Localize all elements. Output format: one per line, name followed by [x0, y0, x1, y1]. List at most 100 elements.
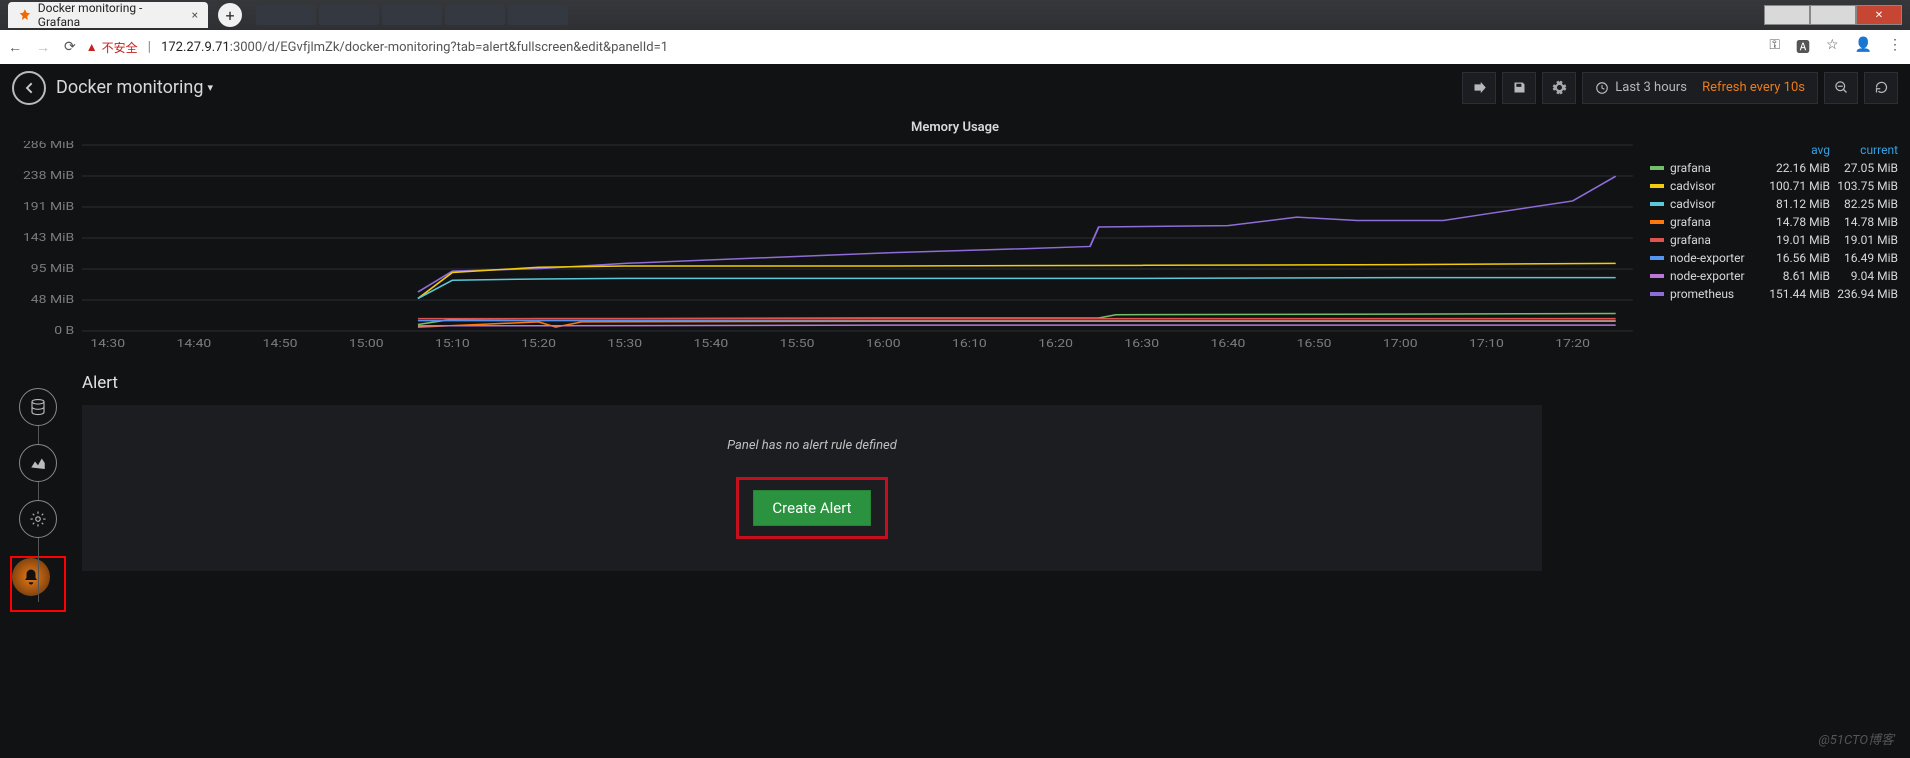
legend-row[interactable]: prometheus 151.44 MiB 236.94 MiB — [1650, 285, 1898, 303]
background-tabs — [256, 5, 568, 25]
browser-tab-bar: Docker monitoring - Grafana × + — ▢ ✕ — [0, 0, 1910, 30]
tab-visualization[interactable] — [19, 444, 57, 482]
address-bar: ← → ⟳ ▲ 不安全 | 172.27.9.71:3000/d/EGvfjlm… — [0, 30, 1910, 64]
grafana-header: Docker monitoring ▾ Last 3 hours Refresh… — [0, 64, 1910, 112]
legend-swatch — [1650, 202, 1664, 206]
create-alert-button[interactable]: Create Alert — [753, 490, 870, 526]
memory-usage-panel: Memory Usage 0 B48 MiB95 MiB143 MiB191 M… — [0, 112, 1910, 351]
legend-series-name: node-exporter — [1670, 269, 1762, 283]
refresh-interval-label: Refresh every 10s — [1702, 80, 1805, 95]
svg-text:16:30: 16:30 — [1124, 337, 1159, 350]
tab-general[interactable] — [19, 500, 57, 538]
legend-current-value: 16.49 MiB — [1830, 251, 1898, 265]
account-icon[interactable]: 👤 — [1855, 37, 1872, 57]
svg-text:95 MiB: 95 MiB — [31, 262, 75, 275]
legend-current-value: 82.25 MiB — [1830, 197, 1898, 211]
svg-text:14:40: 14:40 — [176, 337, 211, 350]
legend-avg-value: 100.71 MiB — [1762, 179, 1830, 193]
svg-text:0 B: 0 B — [54, 324, 74, 337]
watermark: @51CTO博客 — [1818, 729, 1894, 748]
legend-row[interactable]: grafana 22.16 MiB 27.05 MiB — [1650, 159, 1898, 177]
alert-section-title: Alert — [82, 373, 1542, 393]
legend-swatch — [1650, 184, 1664, 188]
dashboard-title[interactable]: Docker monitoring ▾ — [56, 77, 213, 98]
legend-series-name: grafana — [1670, 161, 1762, 175]
legend-swatch — [1650, 256, 1664, 260]
svg-text:48 MiB: 48 MiB — [31, 293, 75, 306]
svg-text:14:30: 14:30 — [90, 337, 125, 350]
legend-row[interactable]: grafana 14.78 MiB 14.78 MiB — [1650, 213, 1898, 231]
legend-table: avg current grafana 22.16 MiB 27.05 MiB … — [1650, 141, 1898, 351]
legend-row[interactable]: node-exporter 16.56 MiB 16.49 MiB — [1650, 249, 1898, 267]
browser-tab-active[interactable]: Docker monitoring - Grafana × — [8, 2, 208, 28]
url-text[interactable]: 172.27.9.71:3000/d/EGvfjlmZk/docker-moni… — [161, 40, 668, 55]
tab-queries[interactable] — [19, 388, 57, 426]
svg-text:17:00: 17:00 — [1383, 337, 1418, 350]
tab-close-icon[interactable]: × — [192, 8, 198, 22]
svg-text:16:40: 16:40 — [1211, 337, 1246, 350]
zoom-out-button[interactable] — [1824, 72, 1858, 104]
menu-icon[interactable]: ⋮ — [1888, 37, 1902, 57]
svg-text:15:10: 15:10 — [435, 337, 470, 350]
svg-text:15:00: 15:00 — [349, 337, 384, 350]
legend-current-value: 236.94 MiB — [1830, 287, 1898, 301]
time-range-button[interactable]: Last 3 hours Refresh every 10s — [1582, 72, 1818, 104]
nav-back-icon[interactable]: ← — [8, 39, 22, 56]
gear-icon — [1552, 80, 1567, 95]
legend-current-value: 9.04 MiB — [1830, 269, 1898, 283]
legend-avg-value: 22.16 MiB — [1762, 161, 1830, 175]
legend-avg-value: 81.12 MiB — [1762, 197, 1830, 211]
share-button[interactable] — [1462, 72, 1496, 104]
legend-row[interactable]: grafana 19.01 MiB 19.01 MiB — [1650, 231, 1898, 249]
legend-swatch — [1650, 166, 1664, 170]
tab-alert[interactable] — [10, 556, 66, 612]
nav-reload-icon[interactable]: ⟳ — [64, 39, 76, 56]
chart-icon — [29, 454, 47, 472]
legend-col-avg[interactable]: avg — [1762, 143, 1830, 157]
legend-row[interactable]: node-exporter 8.61 MiB 9.04 MiB — [1650, 267, 1898, 285]
window-minimize-button[interactable]: — — [1764, 5, 1810, 25]
legend-avg-value: 16.56 MiB — [1762, 251, 1830, 265]
svg-text:16:00: 16:00 — [866, 337, 901, 350]
chevron-down-icon: ▾ — [207, 81, 213, 94]
legend-series-name: grafana — [1670, 215, 1762, 229]
svg-text:16:50: 16:50 — [1297, 337, 1332, 350]
insecure-badge[interactable]: ▲ 不安全 — [86, 39, 138, 56]
window-maximize-button[interactable]: ▢ — [1810, 5, 1856, 25]
svg-text:286 MiB: 286 MiB — [23, 141, 74, 151]
nav-forward-icon[interactable]: → — [36, 39, 50, 56]
translate-icon[interactable]: 🅰 — [1796, 37, 1810, 57]
star-icon[interactable]: ☆ — [1826, 37, 1839, 57]
refresh-button[interactable] — [1864, 72, 1898, 104]
legend-series-name: prometheus — [1670, 287, 1762, 301]
create-alert-highlight: Create Alert — [736, 477, 887, 539]
legend-current-value: 14.78 MiB — [1830, 215, 1898, 229]
new-tab-button[interactable]: + — [218, 3, 242, 27]
legend-series-name: node-exporter — [1670, 251, 1762, 265]
svg-text:17:20: 17:20 — [1555, 337, 1590, 350]
save-button[interactable] — [1502, 72, 1536, 104]
key-icon[interactable]: ⚿ — [1769, 37, 1780, 57]
legend-series-name: grafana — [1670, 233, 1762, 247]
legend-row[interactable]: cadvisor 100.71 MiB 103.75 MiB — [1650, 177, 1898, 195]
arrow-left-icon — [21, 80, 37, 96]
svg-text:238 MiB: 238 MiB — [23, 169, 74, 182]
svg-text:17:10: 17:10 — [1469, 337, 1504, 350]
refresh-icon — [1874, 80, 1889, 95]
svg-text:15:30: 15:30 — [607, 337, 642, 350]
legend-col-current[interactable]: current — [1830, 143, 1898, 157]
warning-icon: ▲ — [86, 40, 98, 54]
legend-avg-value: 8.61 MiB — [1762, 269, 1830, 283]
chart-plot-area[interactable]: 0 B48 MiB95 MiB143 MiB191 MiB238 MiB286 … — [12, 141, 1638, 351]
window-close-button[interactable]: ✕ — [1856, 5, 1902, 25]
share-icon — [1472, 80, 1487, 95]
back-to-dashboard-button[interactable] — [12, 71, 46, 105]
alert-section: Alert Panel has no alert rule defined Cr… — [82, 373, 1542, 571]
bell-icon — [22, 568, 40, 586]
grafana-favicon-icon — [18, 8, 32, 22]
svg-text:15:40: 15:40 — [694, 337, 729, 350]
database-icon — [29, 398, 47, 416]
legend-series-name: cadvisor — [1670, 197, 1762, 211]
legend-row[interactable]: cadvisor 81.12 MiB 82.25 MiB — [1650, 195, 1898, 213]
settings-button[interactable] — [1542, 72, 1576, 104]
